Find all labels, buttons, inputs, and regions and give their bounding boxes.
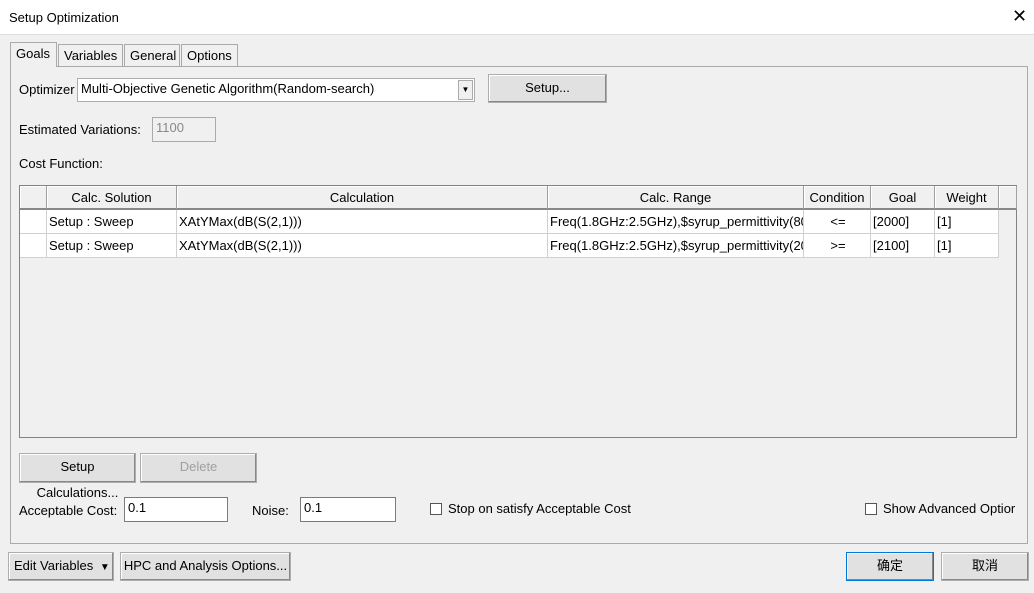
optimizer-select[interactable]: Multi-Objective Genetic Algorithm(Random… [77, 78, 475, 102]
cell-calc-range[interactable]: Freq(1.8GHz:2.5GHz),$syrup_permittivity(… [548, 210, 804, 234]
cell-goal[interactable]: [2000] [871, 210, 935, 234]
header-weight[interactable]: Weight [935, 186, 999, 210]
cost-function-label: Cost Function: [19, 156, 103, 171]
noise-label: Noise: [252, 503, 289, 518]
header-calc-solution[interactable]: Calc. Solution [47, 186, 177, 210]
setup-calculations-button[interactable]: Setup Calculations... [19, 453, 136, 500]
close-icon[interactable]: ✕ [1012, 6, 1027, 27]
row-header-corner [20, 186, 47, 210]
cell-condition[interactable]: <= [804, 210, 871, 234]
cell-calculation[interactable]: XAtYMax(dB(S(2,1))) [177, 210, 548, 234]
cell-weight[interactable]: [1] [935, 210, 999, 234]
stop-on-satisfy-checkbox[interactable] [430, 503, 442, 515]
cell-calculation[interactable]: XAtYMax(dB(S(2,1))) [177, 234, 548, 258]
header-condition[interactable]: Condition [804, 186, 871, 210]
cost-function-table: Calc. Solution Calculation Calc. Range C… [19, 185, 1017, 438]
optimizer-label: Optimizer [19, 82, 75, 97]
row-header[interactable] [20, 210, 47, 234]
tab-goals[interactable]: Goals [10, 42, 57, 67]
cell-calc-range[interactable]: Freq(1.8GHz:2.5GHz),$syrup_permittivity(… [548, 234, 804, 258]
window-title: Setup Optimization [9, 10, 119, 25]
tab-options[interactable]: Options [181, 44, 238, 66]
optimizer-value: Multi-Objective Genetic Algorithm(Random… [81, 81, 375, 96]
stop-on-satisfy-label: Stop on satisfy Acceptable Cost [448, 501, 631, 516]
acceptable-cost-input[interactable]: 0.1 [124, 497, 228, 522]
acceptable-cost-label: Acceptable Cost: [19, 503, 118, 518]
row-header[interactable] [20, 234, 47, 258]
tab-general[interactable]: General [124, 44, 180, 66]
show-advanced-label: Show Advanced Optior [883, 501, 1016, 516]
title-bar: Setup Optimization ✕ [0, 0, 1034, 35]
estimated-variations-label: Estimated Variations: [19, 122, 141, 137]
edit-variables-button[interactable]: Edit Variables ▼ [8, 552, 114, 581]
ok-button[interactable]: 确定 [846, 552, 934, 581]
show-advanced-checkbox[interactable] [865, 503, 877, 515]
header-calc-range[interactable]: Calc. Range [548, 186, 804, 210]
cell-condition[interactable]: >= [804, 234, 871, 258]
dropdown-arrow-icon: ▼ [99, 562, 110, 573]
hpc-analysis-options-button[interactable]: HPC and Analysis Options... [120, 552, 291, 581]
estimated-variations-field: 1100 [152, 117, 216, 142]
optimizer-setup-button[interactable]: Setup... [488, 74, 607, 103]
delete-button[interactable]: Delete [140, 453, 257, 483]
cell-calc-solution[interactable]: Setup : Sweep [47, 210, 177, 234]
header-filler [999, 186, 1017, 210]
cell-weight[interactable]: [1] [935, 234, 999, 258]
cell-calc-solution[interactable]: Setup : Sweep [47, 234, 177, 258]
header-goal[interactable]: Goal [871, 186, 935, 210]
tab-variables[interactable]: Variables [58, 44, 123, 66]
header-calculation[interactable]: Calculation [177, 186, 548, 210]
noise-input[interactable]: 0.1 [300, 497, 396, 522]
edit-variables-label: Edit Variables [14, 558, 94, 573]
chevron-down-icon[interactable]: ▼ [458, 80, 473, 100]
cell-goal[interactable]: [2100] [871, 234, 935, 258]
cancel-button[interactable]: 取消 [941, 552, 1029, 581]
